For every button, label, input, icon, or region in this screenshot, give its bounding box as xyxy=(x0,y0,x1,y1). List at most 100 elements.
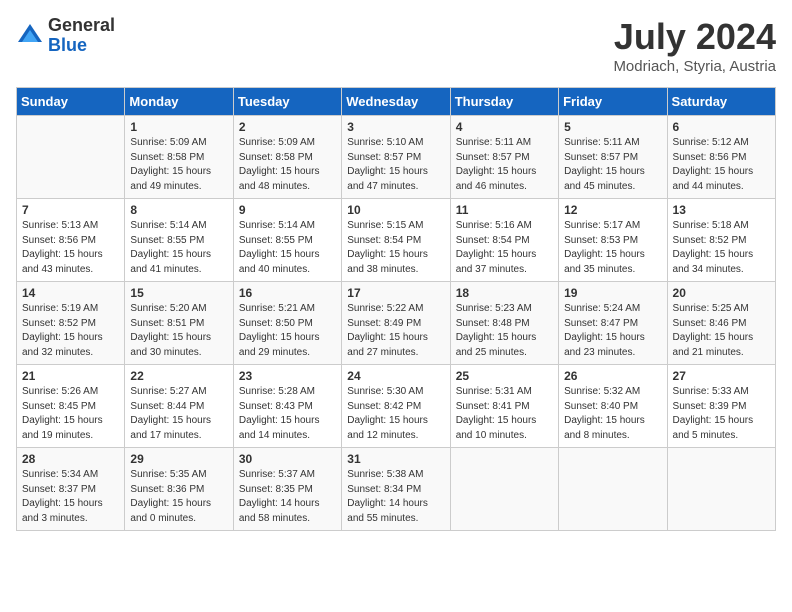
title-block: July 2024 Modriach, Styria, Austria xyxy=(613,16,776,75)
calendar-cell: 28 Sunrise: 5:34 AMSunset: 8:37 PMDayligh… xyxy=(17,448,125,531)
day-number: 4 xyxy=(456,120,553,134)
day-info: Sunrise: 5:12 AMSunset: 8:56 PMDaylight:… xyxy=(673,136,770,194)
calendar-title: July 2024 xyxy=(613,16,776,58)
day-info: Sunrise: 5:09 AMSunset: 8:58 PMDaylight:… xyxy=(239,136,336,194)
day-info: Sunrise: 5:32 AMSunset: 8:40 PMDaylight:… xyxy=(564,385,661,443)
calendar-week-5: 28 Sunrise: 5:34 AMSunset: 8:37 PMDayligh… xyxy=(17,448,776,531)
day-number: 31 xyxy=(347,452,444,466)
calendar-cell: 7Sunrise: 5:13 AMSunset: 8:56 PMDaylight… xyxy=(17,199,125,282)
logo-icon xyxy=(16,22,44,50)
day-number: 17 xyxy=(347,286,444,300)
header-day-saturday: Saturday xyxy=(667,88,775,116)
day-info: Sunrise: 5:27 AMSunset: 8:44 PMDaylight:… xyxy=(130,385,227,443)
day-number: 10 xyxy=(347,203,444,217)
calendar-cell: 4 Sunrise: 5:11 AMSunset: 8:57 PMDaylight… xyxy=(450,116,558,199)
calendar-cell: 11 Sunrise: 5:16 AMSunset: 8:54 PMDayligh… xyxy=(450,199,558,282)
day-number: 23 xyxy=(239,369,336,383)
day-info: Sunrise: 5:14 AMSunset: 8:55 PMDaylight:… xyxy=(130,219,227,277)
day-number: 6 xyxy=(673,120,770,134)
calendar-cell: 10 Sunrise: 5:15 AMSunset: 8:54 PMDayligh… xyxy=(342,199,450,282)
day-info: Sunrise: 5:23 AMSunset: 8:48 PMDaylight:… xyxy=(456,302,553,360)
calendar-cell: 14Sunrise: 5:19 AMSunset: 8:52 PMDayligh… xyxy=(17,282,125,365)
calendar-cell: 3 Sunrise: 5:10 AMSunset: 8:57 PMDaylight… xyxy=(342,116,450,199)
calendar-subtitle: Modriach, Styria, Austria xyxy=(613,58,776,75)
calendar-cell: 21 Sunrise: 5:26 AMSunset: 8:45 PMDayligh… xyxy=(17,365,125,448)
header-day-sunday: Sunday xyxy=(17,88,125,116)
day-info: Sunrise: 5:14 AMSunset: 8:55 PMDaylight:… xyxy=(239,219,336,277)
header-day-tuesday: Tuesday xyxy=(233,88,341,116)
calendar-cell xyxy=(450,448,558,531)
calendar-week-4: 21 Sunrise: 5:26 AMSunset: 8:45 PMDayligh… xyxy=(17,365,776,448)
logo-text: General Blue xyxy=(48,16,115,56)
calendar-cell: 12Sunrise: 5:17 AMSunset: 8:53 PMDayligh… xyxy=(559,199,667,282)
header-day-monday: Monday xyxy=(125,88,233,116)
calendar-cell: 23 Sunrise: 5:28 AMSunset: 8:43 PMDayligh… xyxy=(233,365,341,448)
day-number: 12 xyxy=(564,203,661,217)
calendar-cell: 31 Sunrise: 5:38 AMSunset: 8:34 PMDayligh… xyxy=(342,448,450,531)
day-number: 28 xyxy=(22,452,119,466)
calendar-week-2: 7Sunrise: 5:13 AMSunset: 8:56 PMDaylight… xyxy=(17,199,776,282)
day-number: 3 xyxy=(347,120,444,134)
calendar-cell: 2 Sunrise: 5:09 AMSunset: 8:58 PMDaylight… xyxy=(233,116,341,199)
calendar-cell: 30 Sunrise: 5:37 AMSunset: 8:35 PMDayligh… xyxy=(233,448,341,531)
header-day-friday: Friday xyxy=(559,88,667,116)
day-number: 18 xyxy=(456,286,553,300)
day-info: Sunrise: 5:24 AMSunset: 8:47 PMDaylight:… xyxy=(564,302,661,360)
day-info: Sunrise: 5:11 AMSunset: 8:57 PMDaylight:… xyxy=(456,136,553,194)
calendar-cell: 22 Sunrise: 5:27 AMSunset: 8:44 PMDayligh… xyxy=(125,365,233,448)
calendar-week-1: 1 Sunrise: 5:09 AMSunset: 8:58 PMDaylight… xyxy=(17,116,776,199)
day-info: Sunrise: 5:11 AMSunset: 8:57 PMDaylight:… xyxy=(564,136,661,194)
calendar-cell: 24Sunrise: 5:30 AMSunset: 8:42 PMDayligh… xyxy=(342,365,450,448)
calendar-cell xyxy=(559,448,667,531)
header-row: SundayMondayTuesdayWednesdayThursdayFrid… xyxy=(17,88,776,116)
day-info: Sunrise: 5:33 AMSunset: 8:39 PMDaylight:… xyxy=(673,385,770,443)
calendar-cell: 6 Sunrise: 5:12 AMSunset: 8:56 PMDaylight… xyxy=(667,116,775,199)
day-number: 2 xyxy=(239,120,336,134)
calendar-cell xyxy=(17,116,125,199)
day-info: Sunrise: 5:10 AMSunset: 8:57 PMDaylight:… xyxy=(347,136,444,194)
day-info: Sunrise: 5:35 AMSunset: 8:36 PMDaylight:… xyxy=(130,468,227,526)
day-number: 19 xyxy=(564,286,661,300)
calendar-cell: 27 Sunrise: 5:33 AMSunset: 8:39 PMDayligh… xyxy=(667,365,775,448)
calendar-week-3: 14Sunrise: 5:19 AMSunset: 8:52 PMDayligh… xyxy=(17,282,776,365)
day-number: 14 xyxy=(22,286,119,300)
day-info: Sunrise: 5:37 AMSunset: 8:35 PMDaylight:… xyxy=(239,468,336,526)
day-number: 30 xyxy=(239,452,336,466)
calendar-cell: 26 Sunrise: 5:32 AMSunset: 8:40 PMDayligh… xyxy=(559,365,667,448)
calendar-cell: 1Sunrise: 5:09 AMSunset: 8:58 PMDaylight… xyxy=(125,116,233,199)
day-number: 21 xyxy=(22,369,119,383)
day-number: 15 xyxy=(130,286,227,300)
day-number: 16 xyxy=(239,286,336,300)
header-day-wednesday: Wednesday xyxy=(342,88,450,116)
logo-general: General xyxy=(48,16,115,36)
day-number: 29 xyxy=(130,452,227,466)
day-number: 20 xyxy=(673,286,770,300)
day-number: 26 xyxy=(564,369,661,383)
day-info: Sunrise: 5:20 AMSunset: 8:51 PMDaylight:… xyxy=(130,302,227,360)
day-info: Sunrise: 5:26 AMSunset: 8:45 PMDaylight:… xyxy=(22,385,119,443)
day-number: 1 xyxy=(130,120,227,134)
day-number: 22 xyxy=(130,369,227,383)
day-info: Sunrise: 5:22 AMSunset: 8:49 PMDaylight:… xyxy=(347,302,444,360)
day-info: Sunrise: 5:25 AMSunset: 8:46 PMDaylight:… xyxy=(673,302,770,360)
header-day-thursday: Thursday xyxy=(450,88,558,116)
day-number: 24 xyxy=(347,369,444,383)
day-info: Sunrise: 5:16 AMSunset: 8:54 PMDaylight:… xyxy=(456,219,553,277)
calendar-cell: 5 Sunrise: 5:11 AMSunset: 8:57 PMDaylight… xyxy=(559,116,667,199)
day-info: Sunrise: 5:34 AMSunset: 8:37 PMDaylight:… xyxy=(22,468,119,526)
day-number: 5 xyxy=(564,120,661,134)
day-info: Sunrise: 5:28 AMSunset: 8:43 PMDaylight:… xyxy=(239,385,336,443)
calendar-cell: 17 Sunrise: 5:22 AMSunset: 8:49 PMDayligh… xyxy=(342,282,450,365)
calendar-cell: 29 Sunrise: 5:35 AMSunset: 8:36 PMDayligh… xyxy=(125,448,233,531)
calendar-cell: 16Sunrise: 5:21 AMSunset: 8:50 PMDayligh… xyxy=(233,282,341,365)
day-number: 11 xyxy=(456,203,553,217)
day-number: 27 xyxy=(673,369,770,383)
day-info: Sunrise: 5:15 AMSunset: 8:54 PMDaylight:… xyxy=(347,219,444,277)
logo-blue: Blue xyxy=(48,36,115,56)
day-number: 13 xyxy=(673,203,770,217)
day-info: Sunrise: 5:18 AMSunset: 8:52 PMDaylight:… xyxy=(673,219,770,277)
calendar-table: SundayMondayTuesdayWednesdayThursdayFrid… xyxy=(16,87,776,531)
day-info: Sunrise: 5:38 AMSunset: 8:34 PMDaylight:… xyxy=(347,468,444,526)
calendar-cell: 8Sunrise: 5:14 AMSunset: 8:55 PMDaylight… xyxy=(125,199,233,282)
day-number: 7 xyxy=(22,203,119,217)
